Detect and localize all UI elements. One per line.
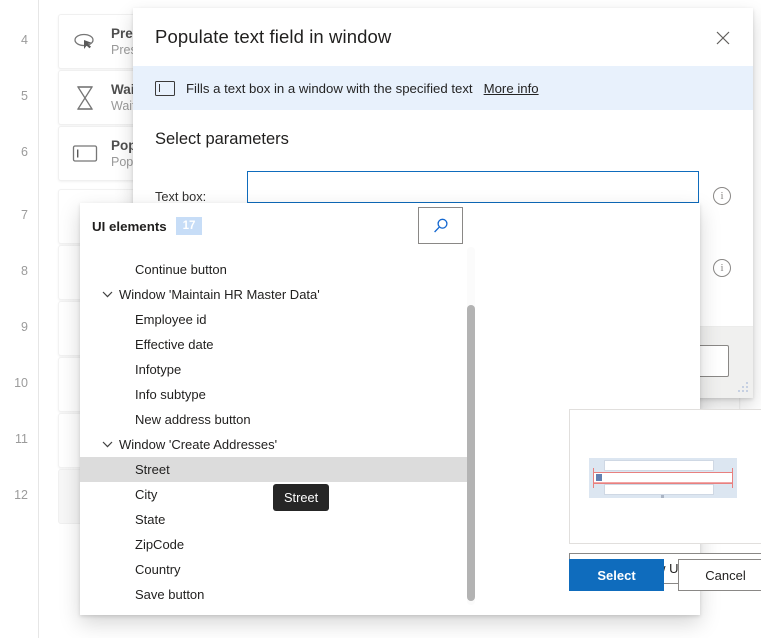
cancel-button[interactable]: Cancel — [678, 559, 761, 591]
tree-item-street[interactable]: Street — [80, 457, 470, 482]
line-number: 9 — [21, 320, 28, 334]
tree-scrollbar-thumb[interactable] — [467, 305, 475, 601]
line-number: 8 — [21, 264, 28, 278]
ui-elements-count-badge: 17 — [175, 217, 203, 235]
chevron-down-icon[interactable] — [102, 432, 113, 457]
text-box-input[interactable] — [247, 171, 699, 203]
tree-scrollbar[interactable] — [467, 247, 475, 605]
tree-item-new-address-button[interactable]: New address button — [80, 407, 470, 432]
tree-item-label: Employee id — [135, 312, 207, 327]
tree-item-effective-date[interactable]: Effective date — [80, 332, 470, 357]
search-icon[interactable] — [418, 207, 463, 244]
picker-header: UI elements 17 — [80, 203, 700, 249]
tree-item-infotype[interactable]: Infotype — [80, 357, 470, 382]
info-icon[interactable]: i — [713, 259, 731, 277]
chevron-down-icon[interactable] — [102, 282, 113, 307]
line-number: 12 — [14, 488, 28, 502]
select-parameters-heading: Select parameters — [155, 130, 289, 148]
dialog-title-bar: Populate text field in window — [133, 8, 753, 66]
line-number: 6 — [21, 145, 28, 159]
tree-item-label: Window 'Maintain HR Master Data' — [119, 287, 320, 302]
tree-item-label: Save button — [135, 587, 205, 602]
tree-item-label: Country — [135, 562, 181, 577]
tree-item-label: ZipCode — [135, 537, 185, 552]
line-number: 5 — [21, 89, 28, 103]
tree-item-label: Window 'Create Addresses' — [119, 437, 278, 452]
tree-item-label: Info subtype — [135, 387, 206, 402]
element-preview-thumbnail: · · — [589, 458, 737, 498]
action-title: Wai — [111, 82, 135, 97]
preview-cursor-icon — [596, 474, 602, 481]
tree-item-label: State — [135, 512, 166, 527]
dialog-description-banner: Fills a text box in a window with the sp… — [133, 66, 753, 110]
action-row-text: Wai Wait — [111, 82, 136, 113]
tree-item-continue-button[interactable]: Continue button — [80, 257, 470, 282]
info-icon[interactable]: i — [713, 187, 731, 205]
text-box-icon — [59, 127, 111, 180]
resize-grip-icon[interactable] — [737, 382, 749, 394]
tree-item-label: Infotype — [135, 362, 182, 377]
ui-elements-tree: Continue button Window 'Maintain HR Mast… — [80, 249, 470, 615]
close-icon[interactable] — [707, 22, 739, 54]
text-box-icon — [155, 80, 175, 96]
dialog-description-text: Fills a text box in a window with the sp… — [186, 80, 473, 96]
picker-title: UI elements — [92, 218, 167, 234]
tree-item-country[interactable]: Country — [80, 557, 470, 582]
select-button[interactable]: Select — [569, 559, 664, 591]
tree-item-info-subtype[interactable]: Info subtype — [80, 382, 470, 407]
tree-item-label: Effective date — [135, 337, 214, 352]
tree-item-label: Continue button — [135, 262, 227, 277]
action-subtitle: Wait — [111, 99, 136, 113]
picker-action-buttons: Select Cancel — [569, 559, 761, 591]
tree-item-label: Street — [135, 462, 170, 477]
tree-item-employee-id[interactable]: Employee id — [80, 307, 470, 332]
tree-item-save-button[interactable]: Save button — [80, 582, 470, 607]
tree-item-label: City — [135, 487, 158, 502]
line-number-gutter: 4 5 6 7 8 9 10 11 12 — [0, 0, 39, 638]
line-number: 4 — [21, 33, 28, 47]
dialog-title: Populate text field in window — [155, 26, 392, 47]
line-number: 7 — [21, 208, 28, 222]
ui-elements-picker: UI elements 17 Continue button Window 'M… — [80, 203, 761, 615]
more-info-link[interactable]: More info — [484, 81, 539, 96]
tree-group-create-addresses[interactable]: Window 'Create Addresses' — [80, 432, 470, 457]
tree-group-maintain-hr-master-data[interactable]: Window 'Maintain HR Master Data' — [80, 282, 470, 307]
mouse-click-icon — [59, 15, 111, 68]
hourglass-icon — [59, 71, 111, 124]
tooltip: Street — [273, 484, 330, 511]
tree-item-label: New address button — [135, 412, 251, 427]
element-preview-pane: · · — [569, 409, 761, 544]
line-number: 11 — [15, 432, 28, 446]
line-number: 10 — [14, 376, 28, 390]
text-box-label: Text box: — [155, 188, 207, 204]
tree-item-zipcode[interactable]: ZipCode — [80, 532, 470, 557]
